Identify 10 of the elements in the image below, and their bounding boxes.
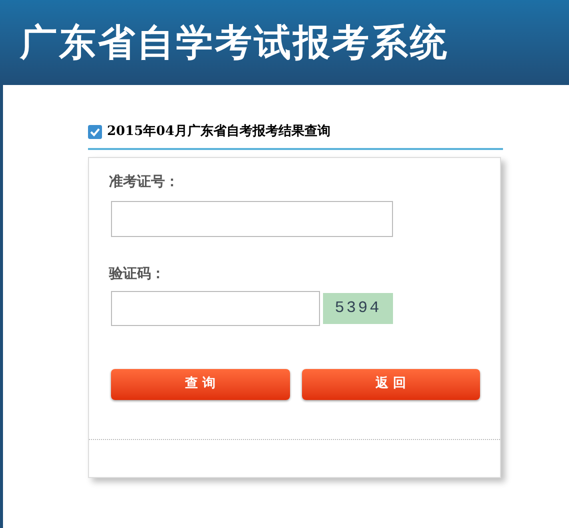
field-label: 验证码： [109, 264, 166, 284]
field-label: 准考证号： [109, 172, 180, 192]
back-button[interactable]: 返 回 [302, 368, 480, 400]
site-title: 广东省自学考试报考系统 [20, 24, 449, 61]
checkmark-icon [88, 124, 102, 139]
captcha-image: 5394 [323, 292, 393, 324]
input-field[interactable] [111, 200, 393, 236]
query-button[interactable]: 查 询 [111, 368, 290, 400]
input-field[interactable] [111, 290, 320, 326]
section-title: 2015年04月广东省自考报考结果查询 [107, 122, 330, 141]
